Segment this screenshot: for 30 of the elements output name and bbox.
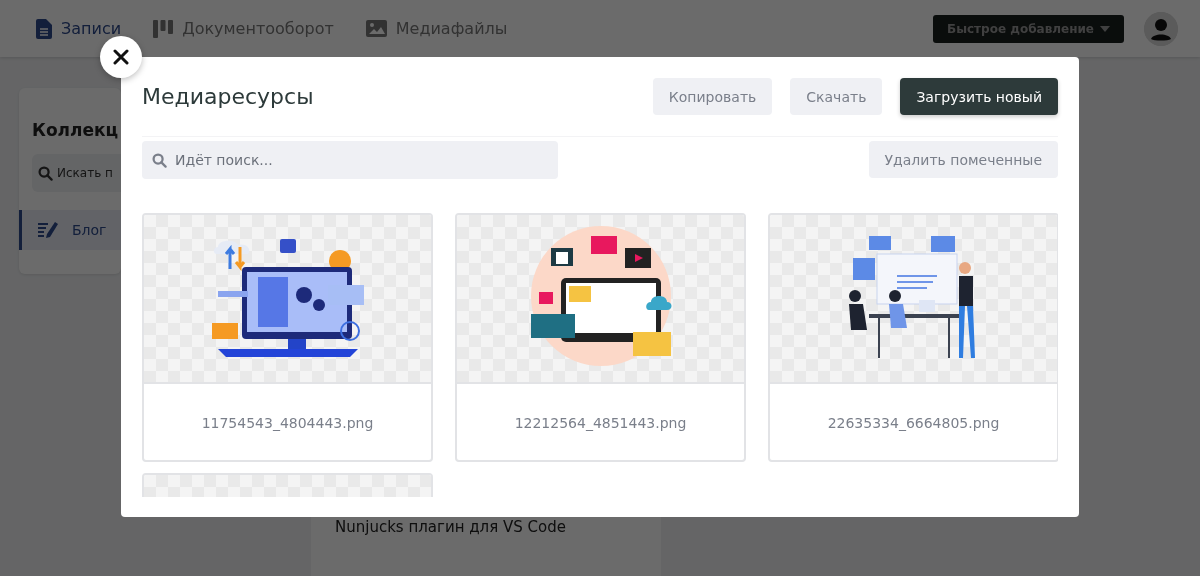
search-icon bbox=[152, 153, 167, 168]
sidebar-title: Коллекц bbox=[32, 120, 120, 140]
action-button[interactable]: Загрузить новый bbox=[900, 78, 1058, 115]
media-search-field[interactable]: Идёт поиск... bbox=[142, 141, 558, 179]
close-button[interactable] bbox=[100, 36, 142, 78]
nav-tab[interactable]: Документооборот bbox=[153, 18, 334, 39]
delete-marked-button[interactable]: Удалить помеченные bbox=[868, 141, 1058, 178]
image-preview[interactable] bbox=[144, 215, 431, 384]
media-card[interactable]: 11754543_4804443.png bbox=[142, 213, 433, 462]
file-name: 22635334_6664805.png bbox=[827, 415, 1000, 431]
list-pen-icon bbox=[38, 222, 58, 238]
media-card[interactable]: 22635334_6664805.png bbox=[768, 213, 1058, 462]
nav-tab[interactable]: Медиафайлы bbox=[365, 18, 508, 39]
sidebar-search-field[interactable]: Искать п bbox=[32, 154, 121, 192]
image-preview[interactable] bbox=[457, 215, 744, 384]
caret-icon bbox=[1100, 25, 1110, 32]
close-icon bbox=[113, 49, 129, 65]
image-preview[interactable] bbox=[770, 215, 1057, 384]
document-icon bbox=[36, 18, 52, 39]
action-button[interactable]: Скачать bbox=[790, 78, 883, 115]
action-button[interactable]: Копировать bbox=[652, 78, 773, 115]
search-icon bbox=[38, 166, 53, 181]
media-card[interactable]: 12212564_4851443.png bbox=[455, 213, 746, 462]
file-name: 11754543_4804443.png bbox=[201, 415, 374, 431]
file-name: 12212564_4851443.png bbox=[514, 415, 687, 431]
collection-item[interactable]: Блог bbox=[19, 210, 121, 250]
image-icon bbox=[365, 20, 387, 37]
modal-title: Медиаресурсы bbox=[142, 84, 315, 109]
nav-tab[interactable]: Записи bbox=[36, 18, 122, 39]
board-icon bbox=[153, 19, 174, 38]
